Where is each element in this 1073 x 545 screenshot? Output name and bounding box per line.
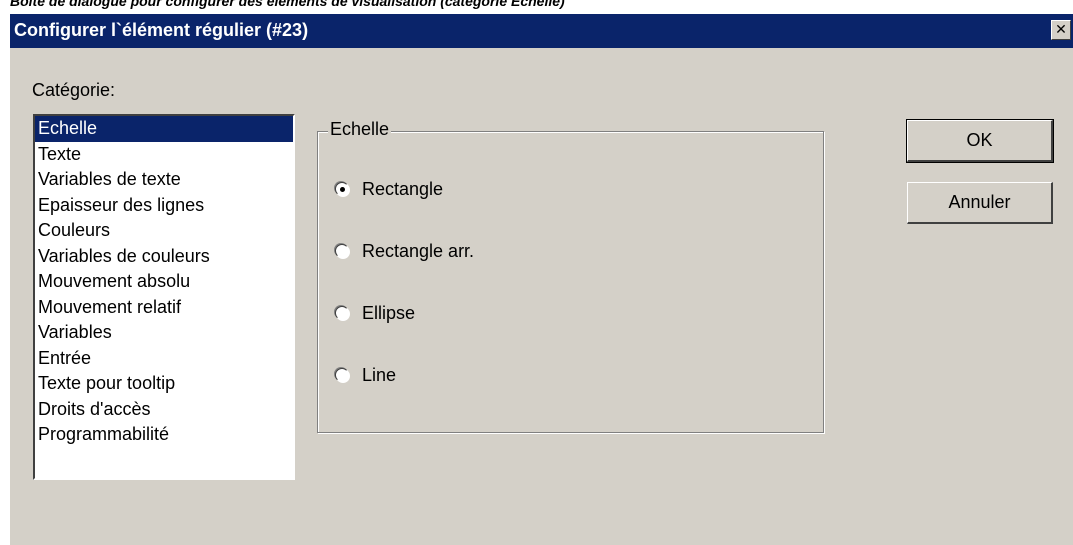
category-item-texte[interactable]: Texte — [35, 142, 293, 168]
radio-label-ellipse[interactable]: Ellipse — [362, 303, 415, 324]
close-icon: ✕ — [1055, 22, 1067, 38]
category-item-epaisseur-des-lignes[interactable]: Epaisseur des lignes — [35, 193, 293, 219]
category-label: Catégorie: — [32, 80, 116, 100]
figure-caption: Boîte de dialogue pour configurer des él… — [10, 0, 565, 9]
category-item-programmabilite[interactable]: Programmabilité — [35, 422, 293, 448]
radio-label-line[interactable]: Line — [362, 365, 396, 386]
category-item-variables-de-couleurs[interactable]: Variables de couleurs — [35, 244, 293, 270]
shape-groupbox: Echelle Rectangle Rectangle arr. Ellipse… — [317, 119, 824, 433]
radio-unchecked-icon[interactable] — [335, 306, 349, 320]
category-item-echelle[interactable]: Echelle — [35, 116, 293, 142]
category-item-texte-pour-tooltip[interactable]: Texte pour tooltip — [35, 371, 293, 397]
radio-unchecked-icon[interactable] — [335, 368, 349, 382]
category-item-variables[interactable]: Variables — [35, 320, 293, 346]
cancel-button[interactable]: Annuler — [907, 182, 1053, 224]
category-item-entree[interactable]: Entrée — [35, 346, 293, 372]
radio-label-rectangle[interactable]: Rectangle — [362, 179, 443, 200]
radio-rectangle[interactable]: Rectangle — [335, 177, 443, 201]
radio-label-rectangle-arr[interactable]: Rectangle arr. — [362, 241, 474, 262]
groupbox-legend: Echelle — [328, 119, 392, 140]
radio-rectangle-arr[interactable]: Rectangle arr. — [335, 239, 474, 263]
radio-checked-icon[interactable] — [335, 182, 349, 196]
title-bar[interactable]: Configurer l`élément régulier (#23) ✕ — [10, 14, 1073, 48]
radio-unchecked-icon[interactable] — [335, 244, 349, 258]
category-item-mouvement-relatif[interactable]: Mouvement relatif — [35, 295, 293, 321]
radio-line[interactable]: Line — [335, 363, 396, 387]
ok-button[interactable]: OK — [906, 119, 1054, 163]
close-button[interactable]: ✕ — [1051, 20, 1071, 40]
radio-ellipse[interactable]: Ellipse — [335, 301, 415, 325]
dialog-title: Configurer l`élément régulier (#23) — [14, 20, 309, 40]
category-item-variables-de-texte[interactable]: Variables de texte — [35, 167, 293, 193]
category-item-droits-d-acces[interactable]: Droits d'accès — [35, 397, 293, 423]
category-item-mouvement-absolu[interactable]: Mouvement absolu — [35, 269, 293, 295]
configure-element-dialog: Configurer l`élément régulier (#23) ✕ Ca… — [9, 13, 1073, 545]
category-listbox[interactable]: Echelle Texte Variables de texte Epaisse… — [33, 114, 295, 480]
category-item-couleurs[interactable]: Couleurs — [35, 218, 293, 244]
